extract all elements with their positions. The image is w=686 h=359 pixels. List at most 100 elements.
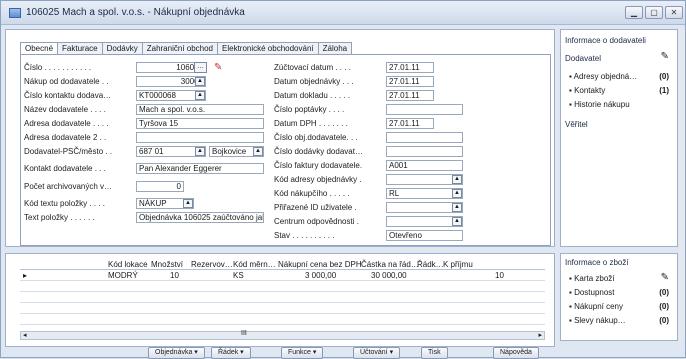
funkce-button[interactable]: Funkce ▾ xyxy=(281,347,324,359)
tisk-button[interactable]: Tisk xyxy=(421,347,448,359)
col-mnozstvi[interactable]: Množství xyxy=(151,260,183,269)
item-info-header: Informace o zboží xyxy=(565,258,629,267)
vendor-item-adresy-label: Adresy objedná… xyxy=(573,72,638,81)
cell-castka[interactable]: 30 000,00 xyxy=(371,271,407,280)
napoveda-button[interactable]: Nápověda xyxy=(493,347,539,359)
uctovani-button[interactable]: Účtování ▾ xyxy=(353,347,401,359)
scroll-right-icon[interactable]: ▸ xyxy=(538,331,542,339)
kodnak-dropdown-icon[interactable]: ▲ xyxy=(452,189,462,198)
faktury-input[interactable]: A001 xyxy=(386,160,463,171)
psc-dropdown-icon[interactable]: ▲ xyxy=(195,147,205,156)
edit-pencil-icon[interactable]: ✎ xyxy=(661,272,669,283)
item-slevy[interactable]: ▪ Slevy nákup… xyxy=(569,316,626,325)
datdok-input[interactable]: 27.01.11 xyxy=(386,90,434,101)
edit-pencil-icon[interactable]: ✎ xyxy=(214,62,222,73)
col-castka[interactable]: Částka na řád… xyxy=(361,260,419,269)
close-button[interactable]: ✕ xyxy=(665,6,683,19)
nazev-input[interactable]: Mach a spol. v.o.s. xyxy=(136,104,264,115)
dph-input[interactable]: 27.01.11 xyxy=(386,118,434,129)
objednavka-button-label: Objednávka xyxy=(155,349,193,356)
col-radek[interactable]: Řádk… xyxy=(417,260,444,269)
item-nakupni-ceny-count: (0) xyxy=(659,302,669,311)
datobj-input[interactable]: 27.01.11 xyxy=(386,76,434,87)
dodavky-input[interactable] xyxy=(386,146,463,157)
poptavky-input[interactable] xyxy=(386,104,463,115)
edit-pencil-icon[interactable]: ✎ xyxy=(661,51,669,62)
nakup-dropdown-icon[interactable]: ▲ xyxy=(195,77,205,86)
cell-kod-lokace[interactable]: MODRÝ xyxy=(108,271,138,280)
zuct-label: Zúčtovací datum . . . . xyxy=(274,63,351,72)
maximize-button[interactable]: ▢ xyxy=(645,6,663,19)
archiv-label: Počet archivovaných v… xyxy=(24,182,113,191)
zuct-input[interactable]: 27.01.11 xyxy=(386,62,434,73)
horizontal-scrollbar[interactable]: ◂ III ▸ xyxy=(20,330,545,340)
field-kodadr: Kód adresy objednávky . ▲ xyxy=(274,174,474,186)
col-k-prijmu[interactable]: K příjmu xyxy=(443,260,473,269)
vendor-item-historie[interactable]: ▪ Historie nákupu xyxy=(569,100,630,109)
objdod-label: Číslo obj.dodavatele. . . xyxy=(274,133,358,142)
objednavka-button[interactable]: Objednávka ▾ xyxy=(148,347,205,359)
minimize-button[interactable]: ▁ xyxy=(625,6,643,19)
kontaktdod-input[interactable]: Pan Alexander Eggerer xyxy=(136,163,264,174)
col-nakupni-cena[interactable]: Nákupní cena bez DPH xyxy=(278,260,362,269)
stav-input[interactable]: Otevřeno xyxy=(386,230,463,241)
window-title: 106025 Mach a spol. v.o.s. - Nákupní obj… xyxy=(26,7,245,18)
item-nakupni-ceny[interactable]: ▪ Nákupní ceny xyxy=(569,302,623,311)
cell-kod-merne[interactable]: KS xyxy=(233,271,244,280)
creditor-label: Věřitel xyxy=(565,120,588,129)
centrum-dropdown-icon[interactable]: ▲ xyxy=(452,217,462,226)
uctovani-button-label: Účtování xyxy=(360,349,388,356)
assist-edit-button[interactable]: … xyxy=(194,62,207,73)
vertical-scrollbar[interactable] xyxy=(679,29,685,339)
field-prirazene: Přiřazené ID uživatele . ▲ xyxy=(274,202,474,214)
row-selector-icon[interactable]: ▸ xyxy=(23,271,27,280)
vendor-item-adresy[interactable]: ▪ Adresy objedná… xyxy=(569,72,637,81)
vendor-item-historie-label: Historie nákupu xyxy=(574,100,630,109)
col-kod-merne[interactable]: Kód měrn… xyxy=(233,260,276,269)
archiv-input[interactable]: 0 xyxy=(136,181,184,192)
item-karta-label: Karta zboží xyxy=(574,274,615,283)
field-kodtextu: Kód textu položky . . . . NÁKUP ▲ xyxy=(24,198,274,210)
field-faktury: Číslo faktury dodavatele. A001 xyxy=(274,160,474,172)
scroll-left-icon[interactable]: ◂ xyxy=(23,331,27,339)
field-psc: Dodavatel-PSČ/město . . 687 01 ▲ Bojkovi… xyxy=(24,146,274,158)
adresa2-label: Adresa dodavatele 2 . . xyxy=(24,133,107,142)
datdok-label: Datum dokladu . . . . . xyxy=(274,91,351,100)
table-row[interactable] xyxy=(20,304,545,314)
kontakt-dropdown-icon[interactable]: ▲ xyxy=(195,91,205,100)
field-stav: Stav . . . . . . . . . . Otevřeno xyxy=(274,230,474,242)
vendor-info-factbox: Informace o dodavateli Dodavatel ✎ ▪ Adr… xyxy=(560,29,678,247)
grid-header: Kód lokace Množství Rezervov… Kód měrn… … xyxy=(20,260,545,270)
nazev-label: Název dodavatele . . . . xyxy=(24,105,106,114)
cell-nakupni-cena[interactable]: 3 000,00 xyxy=(305,271,336,280)
radek-button[interactable]: Řádek ▾ xyxy=(211,347,251,359)
item-karta[interactable]: ▪ Karta zboží xyxy=(569,274,615,283)
objdod-input[interactable] xyxy=(386,132,463,143)
stav-label: Stav . . . . . . . . . . xyxy=(274,231,335,240)
prirazene-dropdown-icon[interactable]: ▲ xyxy=(452,203,462,212)
item-slevy-count: (0) xyxy=(659,316,669,325)
field-nazev: Název dodavatele . . . . Mach a spol. v.… xyxy=(24,104,274,116)
mesto-dropdown-icon[interactable]: ▲ xyxy=(253,147,263,156)
table-row[interactable] xyxy=(20,293,545,303)
kodtextu-dropdown-icon[interactable]: ▲ xyxy=(183,199,193,208)
dph-label: Datum DPH . . . . . . . xyxy=(274,119,348,128)
adresa2-input[interactable] xyxy=(136,132,264,143)
field-archiv: Počet archivovaných v… 0 xyxy=(24,181,274,193)
adresa-input[interactable]: Tyršova 15 xyxy=(136,118,264,129)
item-dostupnost[interactable]: ▪ Dostupnost xyxy=(569,288,615,297)
col-kod-lokace[interactable]: Kód lokace xyxy=(108,260,148,269)
cell-mnozstvi[interactable]: 10 xyxy=(170,271,179,280)
col-rezervovano[interactable]: Rezervov… xyxy=(191,260,233,269)
vendor-item-kontakty[interactable]: ▪ Kontakty xyxy=(569,86,605,95)
table-row[interactable] xyxy=(20,315,545,325)
table-row[interactable]: ▸ MODRÝ 10 KS 3 000,00 30 000,00 10 xyxy=(20,271,545,281)
cell-k-prijmu[interactable]: 10 xyxy=(495,271,504,280)
kodnak-label: Kód nákupčího . . . . . xyxy=(274,189,350,198)
field-poptavky: Číslo poptávky . . . . xyxy=(274,104,474,116)
scroll-grip-icon[interactable]: III xyxy=(241,330,247,337)
table-row[interactable] xyxy=(20,282,545,292)
textpol-input[interactable]: Objednávka 106025 zaúčtováno jako xyxy=(136,212,264,223)
kodadr-dropdown-icon[interactable]: ▲ xyxy=(452,175,462,184)
field-objdod: Číslo obj.dodavatele. . . xyxy=(274,132,474,144)
